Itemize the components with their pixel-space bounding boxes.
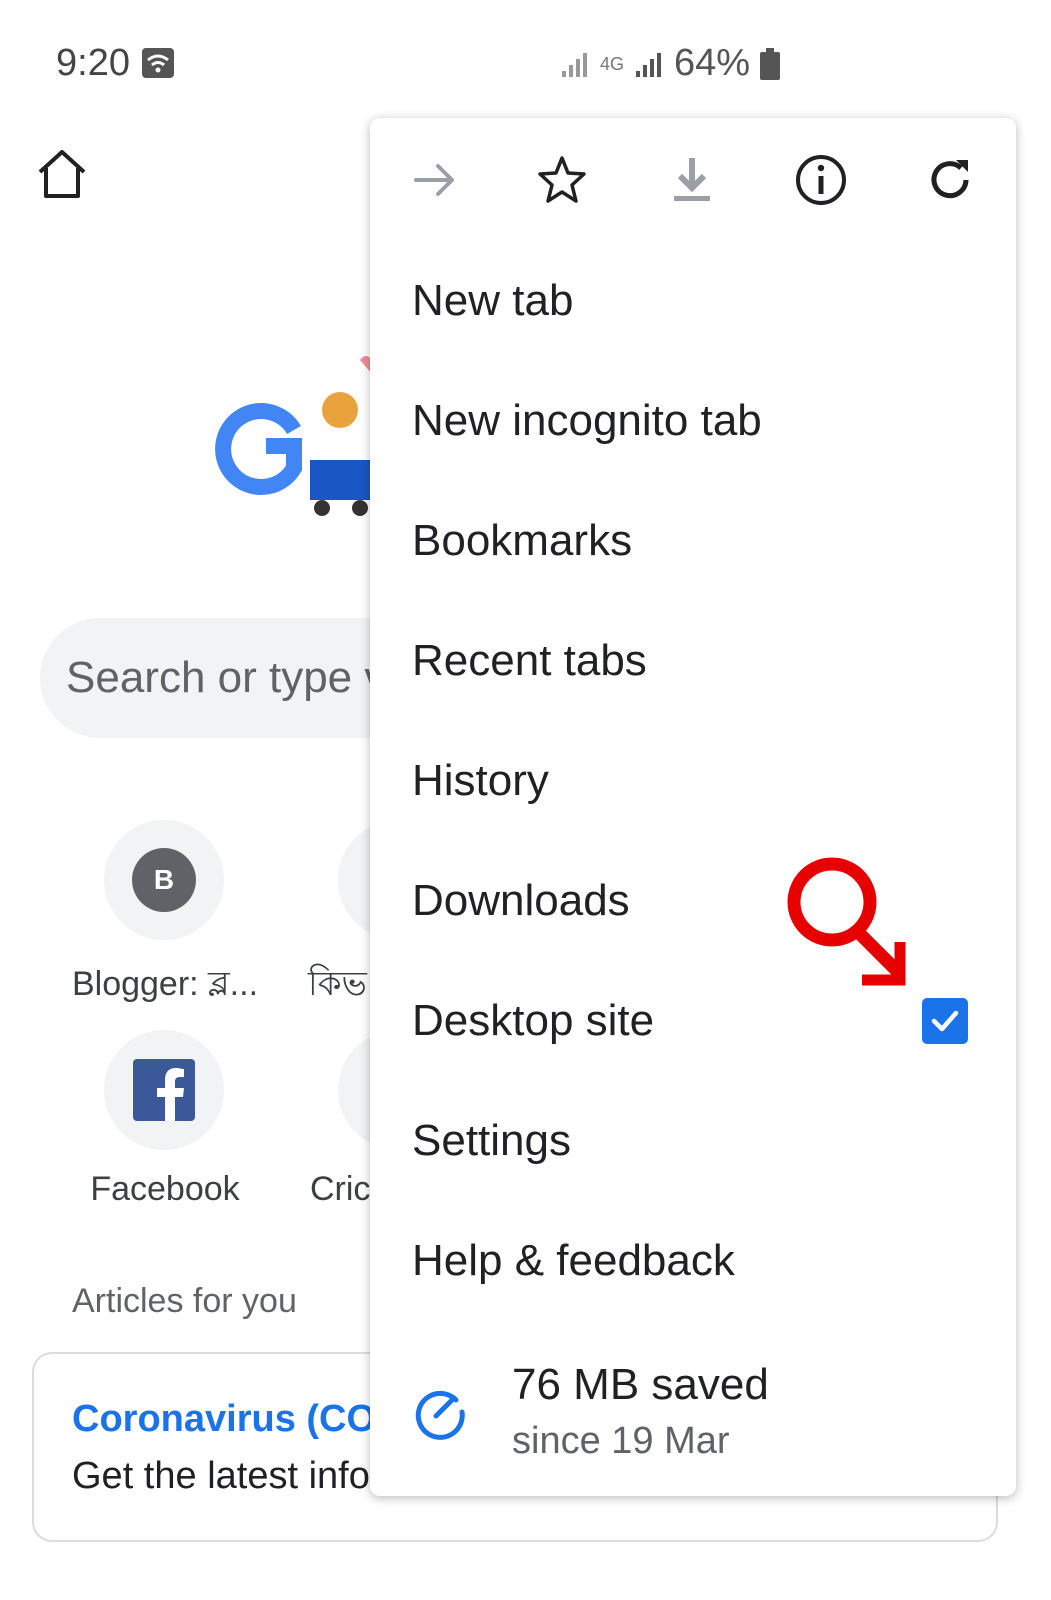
refresh-icon[interactable] xyxy=(922,152,978,208)
article-subtitle: Get the latest info xyxy=(72,1455,370,1497)
avatar: B xyxy=(132,848,196,912)
annotation-arrow-icon xyxy=(787,857,906,986)
info-icon[interactable] xyxy=(793,152,849,208)
menu-item-new-tab[interactable]: New tab xyxy=(412,276,573,326)
menu-item-history[interactable]: History xyxy=(412,756,549,806)
menu-item-desktop-site[interactable]: Desktop site xyxy=(412,996,654,1046)
shortcut-blogger[interactable]: B xyxy=(104,820,224,940)
star-icon[interactable] xyxy=(534,152,590,208)
battery-percent: 64% xyxy=(674,42,751,84)
data-saver-title[interactable]: 76 MB saved xyxy=(512,1360,769,1410)
status-right: 4G 64% xyxy=(560,42,781,85)
google-doodle[interactable] xyxy=(210,350,390,530)
home-icon[interactable] xyxy=(36,148,88,200)
articles-heading: Articles for you xyxy=(72,1282,297,1320)
menu-item-recent-tabs[interactable]: Recent tabs xyxy=(412,636,647,686)
wifi-icon xyxy=(142,48,174,78)
shortcut-label: Facebook xyxy=(90,1170,240,1208)
data-saver-icon xyxy=(415,1390,465,1440)
signal-icon xyxy=(562,52,587,77)
shortcut-label: Blogger: ব্ল... xyxy=(71,965,259,1003)
menu-item-downloads[interactable]: Downloads xyxy=(412,876,630,926)
shortcut-label: কিভ xyxy=(308,965,367,1003)
menu-item-new-incognito-tab[interactable]: New incognito tab xyxy=(412,396,762,446)
facebook-icon xyxy=(133,1059,195,1121)
checkmark-icon xyxy=(931,1010,959,1032)
signal-icon xyxy=(636,52,662,77)
menu-item-bookmarks[interactable]: Bookmarks xyxy=(412,516,632,566)
menu-item-help-feedback[interactable]: Help & feedback xyxy=(412,1236,735,1286)
status-time: 9:20 xyxy=(56,42,130,84)
data-saver-subtitle: since 19 Mar xyxy=(512,1420,730,1462)
download-icon[interactable] xyxy=(664,152,720,208)
network-type: 4G xyxy=(600,53,625,74)
article-title[interactable]: Coronavirus (COV xyxy=(72,1398,401,1441)
shortcut-facebook[interactable] xyxy=(104,1030,224,1150)
menu-item-settings[interactable]: Settings xyxy=(412,1116,571,1166)
desktop-site-checkbox[interactable] xyxy=(922,998,968,1044)
forward-icon[interactable] xyxy=(406,152,462,208)
battery-icon xyxy=(760,47,781,80)
shortcut-label: Cric xyxy=(310,1170,371,1208)
